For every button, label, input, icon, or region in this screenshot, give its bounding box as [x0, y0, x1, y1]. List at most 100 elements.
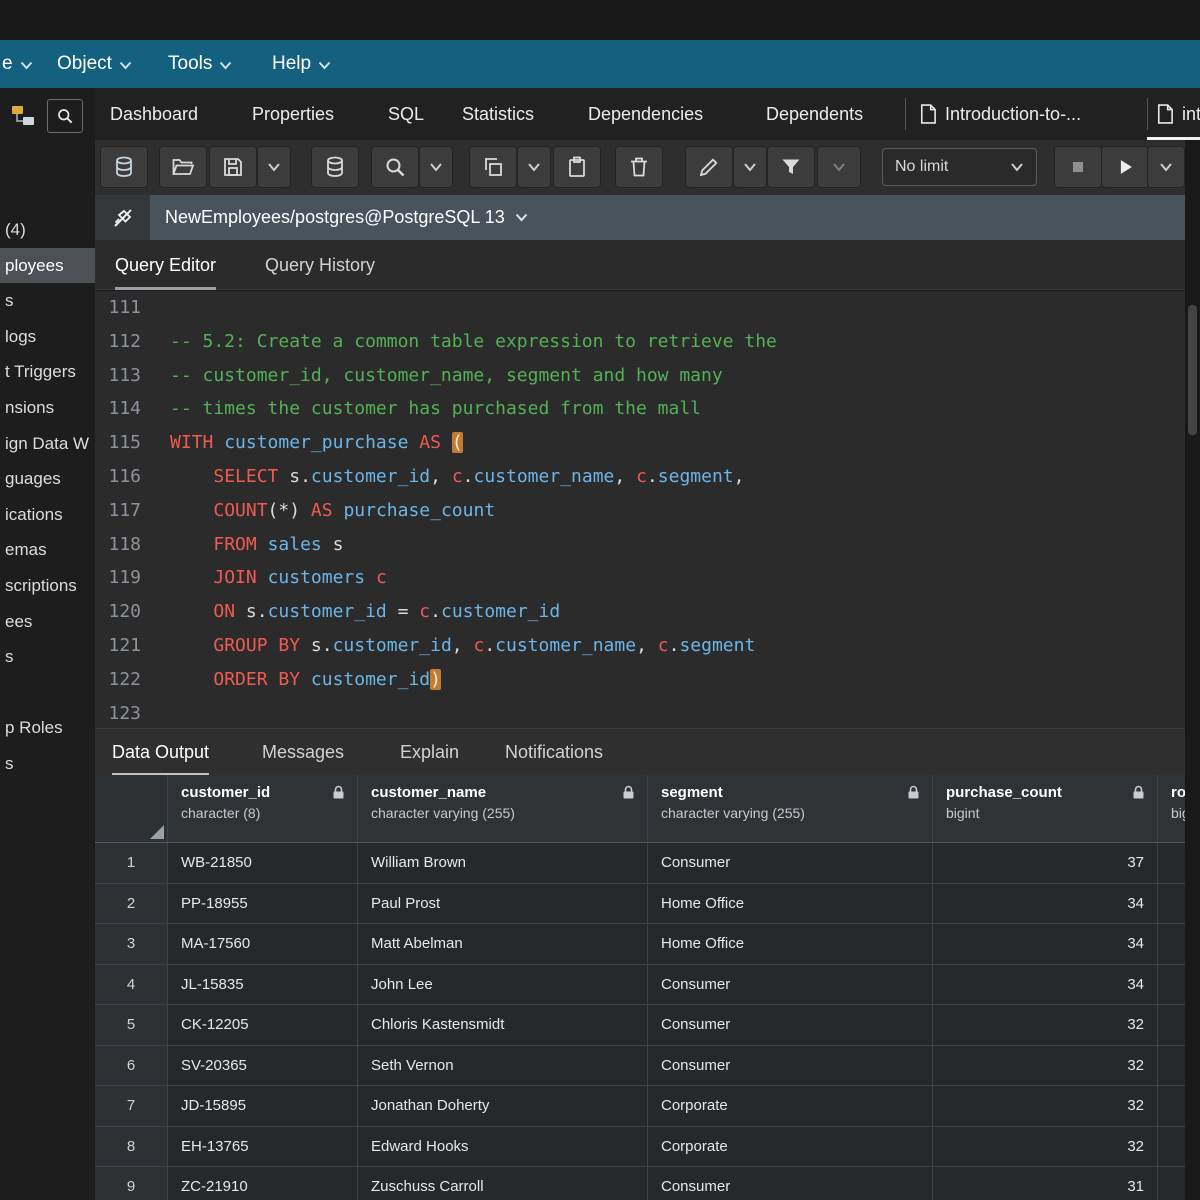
row-number[interactable]: 3 — [95, 924, 168, 965]
delete-button[interactable] — [615, 146, 663, 188]
macros-button[interactable] — [100, 146, 148, 188]
table-cell[interactable]: Paul Prost — [358, 884, 648, 925]
tree-item[interactable]: (4) — [0, 212, 95, 248]
tree-item[interactable]: s — [0, 283, 95, 319]
tree-item[interactable]: guages — [0, 461, 95, 497]
grid-column-header[interactable]: customer_idcharacter (8) — [168, 775, 358, 842]
tab-notifications[interactable]: Notifications — [505, 729, 603, 776]
tree-item[interactable]: s — [0, 746, 95, 782]
table-cell[interactable]: Consumer — [648, 843, 933, 884]
table-cell[interactable]: Chloris Kastensmidt — [358, 1005, 648, 1046]
tab-dashboard[interactable]: Dashboard — [110, 88, 198, 140]
table-cell[interactable]: Home Office — [648, 884, 933, 925]
table-cell[interactable]: SV-20365 — [168, 1046, 358, 1087]
tab-query-history[interactable]: Query History — [265, 240, 375, 290]
row-number[interactable]: 7 — [95, 1086, 168, 1127]
table-cell[interactable]: William Brown — [358, 843, 648, 884]
table-cell[interactable]: MA-17560 — [168, 924, 358, 965]
row-number[interactable]: 5 — [95, 1005, 168, 1046]
table-cell[interactable]: Home Office — [648, 924, 933, 965]
table-cell[interactable]: Matt Abelman — [358, 924, 648, 965]
table-cell[interactable]: 32 — [933, 1005, 1158, 1046]
table-cell[interactable]: Seth Vernon — [358, 1046, 648, 1087]
grid-column-header[interactable]: purchase_countbigint — [933, 775, 1158, 842]
save-options-dropdown[interactable] — [257, 146, 291, 188]
table-cell[interactable]: JL-15835 — [168, 965, 358, 1006]
table-cell[interactable]: Corporate — [648, 1086, 933, 1127]
filter-button[interactable] — [767, 146, 815, 188]
tree-item[interactable]: p Roles — [0, 710, 95, 746]
tree-item[interactable]: ees — [0, 604, 95, 640]
menu-tools[interactable]: Tools — [168, 40, 232, 88]
tree-item[interactable]: t Triggers — [0, 354, 95, 390]
table-cell[interactable]: 32 — [933, 1046, 1158, 1087]
row-number[interactable]: 4 — [95, 965, 168, 1006]
table-cell[interactable]: 34 — [933, 884, 1158, 925]
edit-button[interactable] — [685, 146, 733, 188]
table-cell[interactable]: EH-13765 — [168, 1127, 358, 1168]
grid-column-header[interactable]: segmentcharacter varying (255) — [648, 775, 933, 842]
row-number[interactable]: 1 — [95, 843, 168, 884]
tree-item[interactable]: emas — [0, 532, 95, 568]
menu-object[interactable]: Object — [57, 40, 132, 88]
copy-button[interactable] — [469, 146, 517, 188]
table-cell[interactable]: 37 — [933, 843, 1158, 884]
grid-select-all-corner[interactable] — [95, 775, 168, 842]
table-cell[interactable]: 32 — [933, 1086, 1158, 1127]
row-limit-select[interactable]: No limit — [882, 148, 1037, 186]
tree-item[interactable]: nsions — [0, 390, 95, 426]
tab-dependents[interactable]: Dependents — [766, 88, 863, 140]
find-button[interactable] — [371, 146, 419, 188]
table-cell[interactable]: Jonathan Doherty — [358, 1086, 648, 1127]
table-cell[interactable]: 31 — [933, 1167, 1158, 1200]
table-cell[interactable]: 34 — [933, 924, 1158, 965]
table-cell[interactable]: WB-21850 — [168, 843, 358, 884]
tab-sql[interactable]: SQL — [388, 88, 424, 140]
connection-bar[interactable]: NewEmployees/postgres@PostgreSQL 13 — [95, 195, 1200, 240]
save-file-button[interactable] — [209, 146, 257, 188]
sql-editor[interactable]: 111112-- 5.2: Create a common table expr… — [95, 291, 1200, 728]
table-cell[interactable]: Consumer — [648, 1005, 933, 1046]
table-cell[interactable]: JD-15895 — [168, 1086, 358, 1127]
tab-dependencies[interactable]: Dependencies — [588, 88, 703, 140]
tree-item[interactable]: scriptions — [0, 568, 95, 604]
table-cell[interactable]: CK-12205 — [168, 1005, 358, 1046]
menu-help[interactable]: Help — [272, 40, 331, 88]
tab-query-tool-introduction[interactable]: Introduction-to-... — [920, 88, 1081, 140]
tree-item[interactable]: ications — [0, 497, 95, 533]
table-cell[interactable]: Corporate — [648, 1127, 933, 1168]
scrollbar-thumb[interactable] — [1188, 305, 1197, 435]
tab-query-editor[interactable]: Query Editor — [115, 240, 216, 290]
paste-button[interactable] — [553, 146, 601, 188]
open-file-button[interactable] — [159, 146, 207, 188]
row-number[interactable]: 9 — [95, 1167, 168, 1200]
tab-query-tool-active[interactable]: int — [1157, 88, 1200, 140]
table-cell[interactable]: ZC-21910 — [168, 1167, 358, 1200]
table-cell[interactable]: PP-18955 — [168, 884, 358, 925]
filter-options-dropdown[interactable] — [817, 146, 861, 188]
tab-statistics[interactable]: Statistics — [462, 88, 534, 140]
tab-properties[interactable]: Properties — [252, 88, 334, 140]
stop-query-button[interactable] — [1054, 146, 1102, 188]
row-number[interactable]: 2 — [95, 884, 168, 925]
tree-item[interactable]: logs — [0, 319, 95, 355]
object-explorer-tree-button[interactable] — [6, 99, 42, 133]
table-cell[interactable]: 32 — [933, 1127, 1158, 1168]
menu-file[interactable]: e — [2, 40, 33, 88]
execute-options-dropdown[interactable] — [1147, 146, 1185, 188]
row-number[interactable]: 8 — [95, 1127, 168, 1168]
table-cell[interactable]: Consumer — [648, 965, 933, 1006]
object-search-button[interactable] — [47, 99, 83, 133]
save-data-button[interactable] — [311, 146, 359, 188]
execute-query-button[interactable] — [1101, 146, 1149, 188]
tab-data-output[interactable]: Data Output — [112, 729, 209, 776]
grid-column-header[interactable]: customer_namecharacter varying (255) — [358, 775, 648, 842]
table-cell[interactable]: John Lee — [358, 965, 648, 1006]
tree-item[interactable]: s — [0, 639, 95, 675]
tree-item[interactable]: ployees — [0, 248, 95, 284]
copy-options-dropdown[interactable] — [517, 146, 551, 188]
find-options-dropdown[interactable] — [419, 146, 453, 188]
tree-item[interactable]: ign Data W — [0, 426, 95, 462]
table-cell[interactable]: Edward Hooks — [358, 1127, 648, 1168]
table-cell[interactable]: Consumer — [648, 1167, 933, 1200]
